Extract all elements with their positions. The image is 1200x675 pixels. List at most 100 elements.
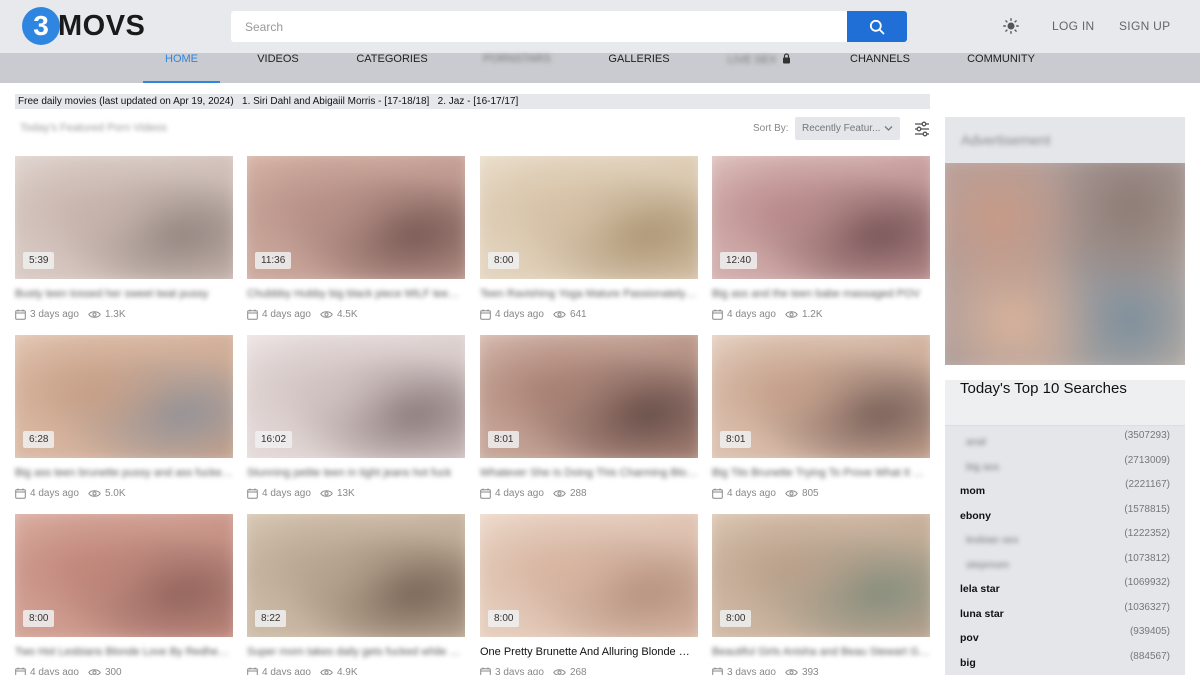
video-card[interactable]: 5:39 Busty teen tossed her sweet twat pu… <box>15 156 233 321</box>
video-title[interactable]: Teen Ravishing Yoga Mature Passionately … <box>480 288 698 302</box>
video-thumbnail[interactable]: 6:28 <box>15 335 233 458</box>
video-title[interactable]: Two Hot Lesbians Blonde Love By Redhead … <box>15 646 233 660</box>
video-age: 4 days ago <box>495 308 544 320</box>
advertisement-box: Advertisement <box>945 117 1185 365</box>
duration-badge: 12:40 <box>720 252 758 269</box>
video-views: 4.9K <box>336 666 358 675</box>
video-thumbnail[interactable]: 8:22 <box>247 514 465 637</box>
video-thumbnail[interactable]: 8:01 <box>712 335 930 458</box>
video-card[interactable]: 8:00 Teen Ravishing Yoga Mature Passiona… <box>480 156 698 321</box>
video-card[interactable]: 8:22 Super mom takes daily gets fucked w… <box>247 514 465 675</box>
top-search-item[interactable]: ebony (1578815) <box>945 504 1185 529</box>
video-meta: 3 days ago 1.3K <box>15 307 233 321</box>
sort-value: Recently Featur... <box>802 123 881 134</box>
login-link[interactable]: LOG IN <box>1052 19 1094 33</box>
nav-home[interactable]: HOME <box>143 53 220 83</box>
sort-select[interactable]: Recently Featur... <box>795 117 900 140</box>
eye-icon <box>785 489 798 497</box>
filter-sliders-icon[interactable] <box>914 121 930 137</box>
video-card[interactable]: 8:00 Beautiful Girls Anisha and Beau Ste… <box>712 514 930 675</box>
nav-channels[interactable]: CHANNELS <box>840 53 920 83</box>
top-search-item[interactable]: mom (2221167) <box>945 479 1185 504</box>
video-title[interactable]: Chubbby Hubby big black piece MILF teen … <box>247 288 465 302</box>
video-title[interactable]: Big ass teen brunette pussy and ass fuck… <box>15 467 233 481</box>
video-thumbnail[interactable]: 8:00 <box>480 156 698 279</box>
video-thumbnail[interactable]: 12:40 <box>712 156 930 279</box>
search-term: big <box>960 656 976 669</box>
top-searches-title: Today's Top 10 Searches <box>945 380 1185 426</box>
video-thumbnail[interactable]: 16:02 <box>247 335 465 458</box>
video-card[interactable]: 8:00 Two Hot Lesbians Blonde Love By Red… <box>15 514 233 675</box>
main-nav: HOME VIDEOS CATEGORIES PORNSTARS GALLERI… <box>0 53 1200 83</box>
video-title[interactable]: Stunning petite teen in tight jeans hot … <box>247 467 465 481</box>
search-icon <box>869 19 885 34</box>
duration-badge: 8:01 <box>488 431 520 448</box>
video-age: 4 days ago <box>30 487 79 499</box>
eye-icon <box>320 489 333 497</box>
calendar-icon <box>15 488 26 499</box>
calendar-icon <box>15 667 26 675</box>
ad-image[interactable] <box>945 163 1185 365</box>
video-title[interactable]: Busty teen tossed her sweet twat pussy <box>15 288 233 302</box>
nav-live-sex-label: LIVE SEX <box>727 54 777 66</box>
duration-badge: 16:02 <box>255 431 293 448</box>
nav-pornstars[interactable]: PORNSTARS <box>478 53 556 83</box>
video-card[interactable]: 11:36 Chubbby Hubby big black piece MILF… <box>247 156 465 321</box>
signup-link[interactable]: SIGN UP <box>1119 19 1170 33</box>
video-title[interactable]: Big Tits Brunette Trying To Prove What I… <box>712 467 930 481</box>
video-title[interactable]: One Pretty Brunette And Alluring Blonde … <box>480 646 698 660</box>
top-search-item[interactable]: lesbian sex (1222352) <box>945 528 1185 553</box>
search-input[interactable] <box>231 11 847 42</box>
video-thumbnail[interactable]: 8:00 <box>480 514 698 637</box>
daily-movies-ticker[interactable]: Free daily movies (last updated on Apr 1… <box>15 94 930 109</box>
video-views: 1.2K <box>801 308 823 320</box>
calendar-icon <box>712 488 723 499</box>
video-card[interactable]: 8:00 One Pretty Brunette And Alluring Bl… <box>480 514 698 675</box>
video-meta: 4 days ago 5.0K <box>15 486 233 500</box>
video-thumbnail[interactable]: 8:01 <box>480 335 698 458</box>
video-card[interactable]: 8:01 Whatever She Is Doing This Charming… <box>480 335 698 500</box>
video-meta: 3 days ago 268 <box>480 665 698 675</box>
search-button[interactable] <box>847 11 907 42</box>
top-search-item[interactable]: pov (939405) <box>945 626 1185 651</box>
video-card[interactable]: 12:40 Big ass and the teen babe massaged… <box>712 156 930 321</box>
top-search-item[interactable]: luna star (1036327) <box>945 602 1185 627</box>
eye-icon <box>785 668 798 675</box>
logo-wordmark: MOVS <box>58 9 146 42</box>
top-search-item[interactable]: anal (3507293) <box>945 430 1185 455</box>
video-title[interactable]: Super mom takes daily gets fucked while … <box>247 646 465 660</box>
video-age: 4 days ago <box>30 666 79 675</box>
top-search-item[interactable]: stepmom (1073812) <box>945 553 1185 578</box>
section-title: Today's Featured Porn Videos <box>20 122 167 134</box>
video-card[interactable]: 16:02 Stunning petite teen in tight jean… <box>247 335 465 500</box>
video-age: 4 days ago <box>262 487 311 499</box>
chevron-down-icon <box>884 126 893 131</box>
top-search-item[interactable]: lela star (1069932) <box>945 577 1185 602</box>
search-term: big ass <box>966 460 1000 473</box>
video-thumbnail[interactable]: 5:39 <box>15 156 233 279</box>
video-title[interactable]: Whatever She Is Doing This Charming Blon… <box>480 467 698 481</box>
video-thumbnail[interactable]: 8:00 <box>15 514 233 637</box>
video-card[interactable]: 8:01 Big Tits Brunette Trying To Prove W… <box>712 335 930 500</box>
duration-badge: 6:28 <box>23 431 55 448</box>
nav-live-sex[interactable]: LIVE SEX <box>724 53 796 83</box>
nav-community[interactable]: COMMUNITY <box>958 53 1044 83</box>
nav-galleries[interactable]: GALLERIES <box>602 53 676 83</box>
video-thumbnail[interactable]: 8:00 <box>712 514 930 637</box>
video-thumbnail[interactable]: 11:36 <box>247 156 465 279</box>
search-count: (2713009) <box>1124 454 1170 466</box>
top-search-item[interactable]: big (884567) <box>945 651 1185 675</box>
search-count: (1069932) <box>1124 577 1170 588</box>
video-meta: 4 days ago 641 <box>480 307 698 321</box>
theme-toggle-sun-icon[interactable] <box>1003 18 1019 34</box>
video-title[interactable]: Big ass and the teen babe massaged POV <box>712 288 930 302</box>
nav-videos[interactable]: VIDEOS <box>243 53 313 83</box>
top-search-item[interactable]: big ass (2713009) <box>945 455 1185 480</box>
video-age: 3 days ago <box>727 666 776 675</box>
duration-badge: 11:36 <box>255 252 292 269</box>
video-views: 393 <box>801 666 819 675</box>
video-title[interactable]: Beautiful Girls Anisha and Beau Stewart … <box>712 646 930 660</box>
video-card[interactable]: 6:28 Big ass teen brunette pussy and ass… <box>15 335 233 500</box>
nav-categories[interactable]: CATEGORIES <box>350 53 434 83</box>
site-logo[interactable]: 3 MOVS <box>22 7 145 45</box>
